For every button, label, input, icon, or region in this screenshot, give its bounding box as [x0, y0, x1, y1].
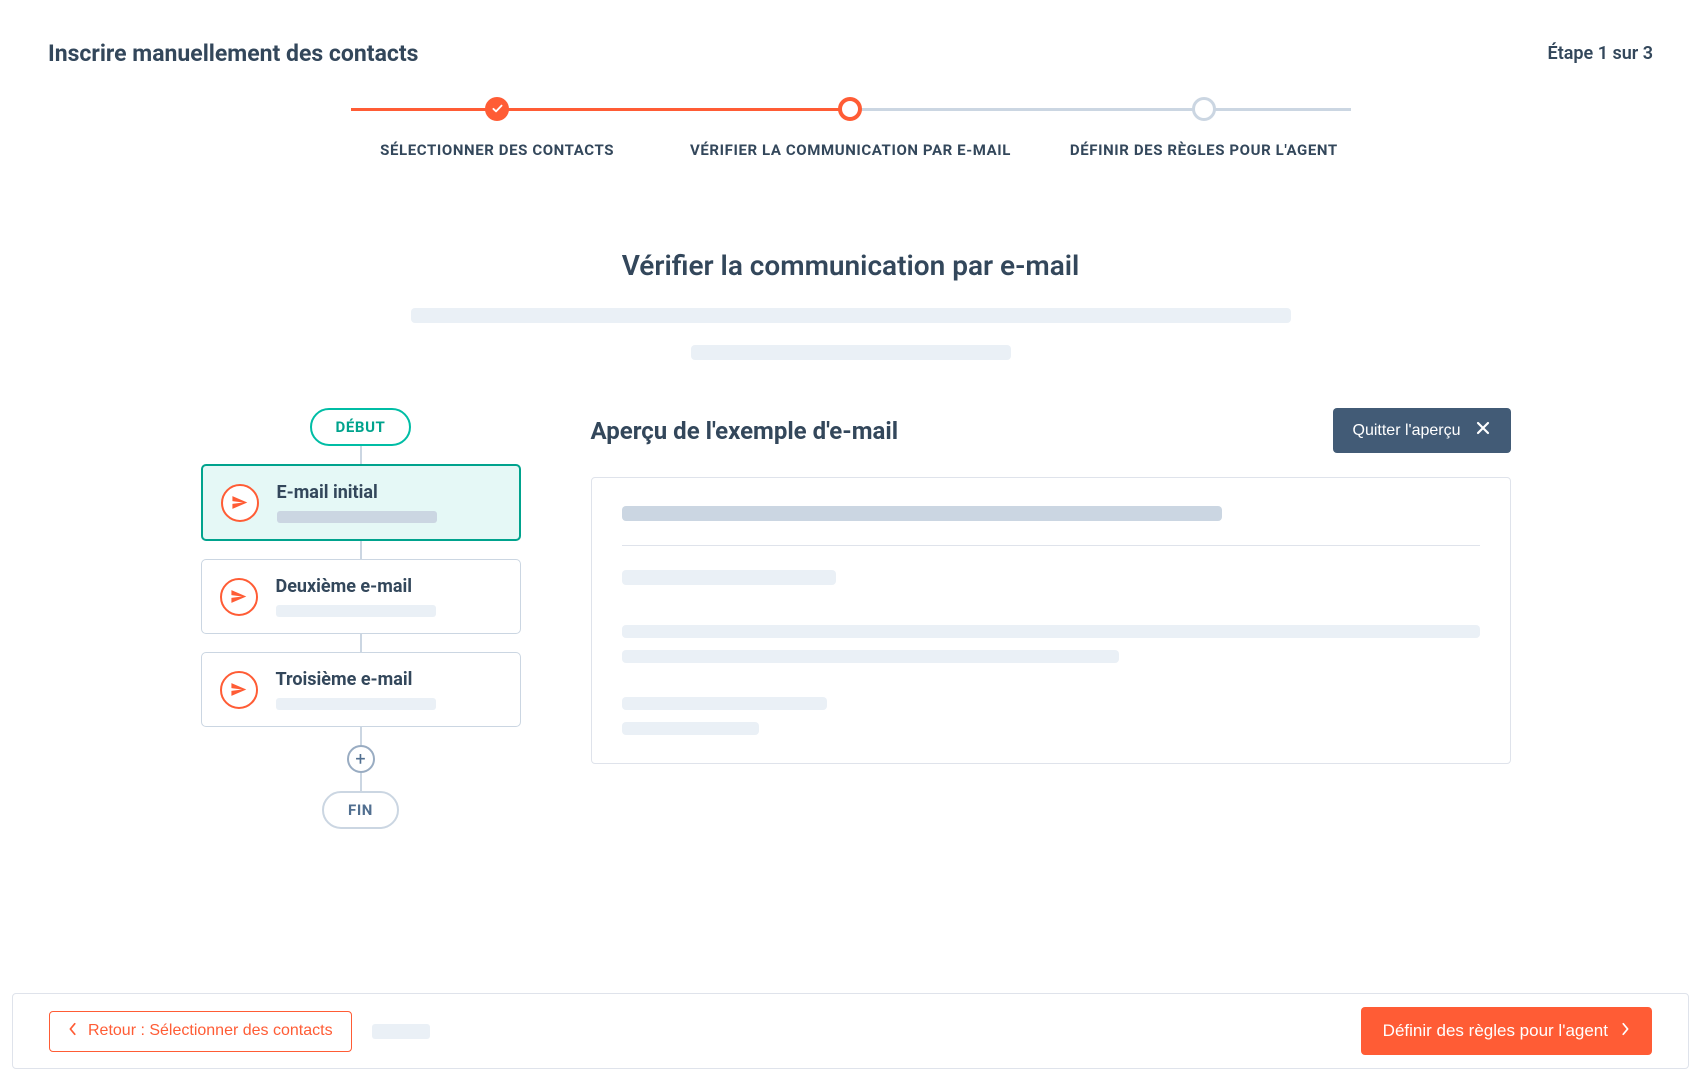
flow-connector — [360, 541, 362, 559]
flow-connector — [360, 446, 362, 464]
description-placeholder — [411, 308, 1291, 323]
preview-panel: Aperçu de l'exemple d'e-mail Quitter l'a… — [591, 408, 1511, 764]
flow-card-subtitle-placeholder — [276, 605, 436, 617]
stepper-step-label: SÉLECTIONNER DES CONTACTS — [380, 141, 614, 159]
preview-title: Aperçu de l'exemple d'e-mail — [591, 417, 899, 445]
email-body-placeholder — [622, 570, 837, 585]
footer-placeholder — [372, 1024, 430, 1039]
description-placeholder — [691, 345, 1011, 360]
email-body-placeholder — [622, 722, 759, 735]
main-content: Vérifier la communication par e-mail DÉB… — [0, 249, 1701, 829]
chevron-right-icon — [1620, 1021, 1630, 1041]
stepper-step-label: DÉFINIR DES RÈGLES POUR L'AGENT — [1070, 141, 1338, 159]
send-icon — [221, 484, 259, 522]
flow-connector — [360, 727, 362, 745]
footer-left: Retour : Sélectionner des contacts — [49, 1011, 430, 1052]
content-row: DÉBUT E-mail initial Deuxième e-mail — [191, 408, 1511, 829]
stepper-step-label: VÉRIFIER LA COMMUNICATION PAR E-MAIL — [690, 141, 1011, 159]
footer-bar: Retour : Sélectionner des contacts Défin… — [12, 993, 1689, 1069]
preview-header: Aperçu de l'exemple d'e-mail Quitter l'a… — [591, 408, 1511, 453]
flow-card-initial-email[interactable]: E-mail initial — [201, 464, 521, 541]
chevron-left-icon — [68, 1022, 78, 1041]
flow-card-second-email[interactable]: Deuxième e-mail — [201, 559, 521, 634]
email-body-placeholder — [622, 650, 1120, 663]
send-icon — [220, 578, 258, 616]
flow-card-subtitle-placeholder — [277, 511, 437, 523]
header: Inscrire manuellement des contacts Étape… — [0, 0, 1701, 67]
stepper-step-2[interactable]: VÉRIFIER LA COMMUNICATION PAR E-MAIL — [674, 97, 1027, 159]
stepper-node-done — [485, 97, 509, 121]
email-body-placeholder — [622, 625, 1480, 638]
flow-card-title: Deuxième e-mail — [276, 576, 436, 597]
stepper-node-active — [838, 97, 862, 121]
send-icon — [220, 671, 258, 709]
stepper-node-todo — [1192, 97, 1216, 121]
flow-connector — [360, 773, 362, 791]
stepper: SÉLECTIONNER DES CONTACTS VÉRIFIER LA CO… — [321, 97, 1381, 159]
step-indicator: Étape 1 sur 3 — [1548, 43, 1653, 64]
back-button[interactable]: Retour : Sélectionner des contacts — [49, 1011, 352, 1052]
email-body-placeholder — [622, 697, 828, 710]
flow-end-pill: FIN — [322, 791, 399, 829]
flow-sidebar: DÉBUT E-mail initial Deuxième e-mail — [191, 408, 531, 829]
next-button[interactable]: Définir des règles pour l'agent — [1361, 1007, 1652, 1055]
email-preview-card — [591, 477, 1511, 764]
quit-preview-label: Quitter l'aperçu — [1353, 422, 1461, 440]
stepper-step-1[interactable]: SÉLECTIONNER DES CONTACTS — [321, 97, 674, 159]
quit-preview-button[interactable]: Quitter l'aperçu — [1333, 408, 1511, 453]
plus-icon: + — [355, 749, 365, 770]
check-icon — [491, 100, 504, 119]
flow-card-third-email[interactable]: Troisième e-mail — [201, 652, 521, 727]
close-icon — [1475, 420, 1491, 441]
main-title: Vérifier la communication par e-mail — [622, 249, 1080, 282]
flow-start-pill: DÉBUT — [310, 408, 412, 446]
flow-card-title: Troisième e-mail — [276, 669, 436, 690]
back-button-label: Retour : Sélectionner des contacts — [88, 1022, 333, 1040]
email-subject-placeholder — [622, 506, 1223, 521]
divider — [622, 545, 1480, 546]
stepper-step-3[interactable]: DÉFINIR DES RÈGLES POUR L'AGENT — [1027, 97, 1380, 159]
next-button-label: Définir des règles pour l'agent — [1383, 1021, 1608, 1041]
flow-card-subtitle-placeholder — [276, 698, 436, 710]
add-step-button[interactable]: + — [347, 745, 375, 773]
page-title: Inscrire manuellement des contacts — [48, 40, 418, 67]
flow-card-title: E-mail initial — [277, 482, 437, 503]
flow-connector — [360, 634, 362, 652]
